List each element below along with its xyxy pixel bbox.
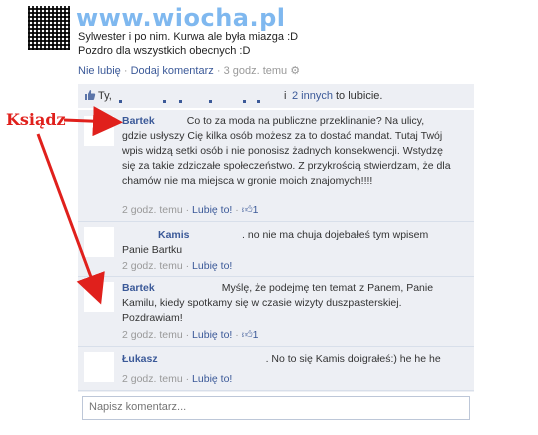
arrow-to-third-comment [36,133,105,305]
arrow-to-first-comment [63,106,123,137]
annotation-arrows [36,106,123,305]
